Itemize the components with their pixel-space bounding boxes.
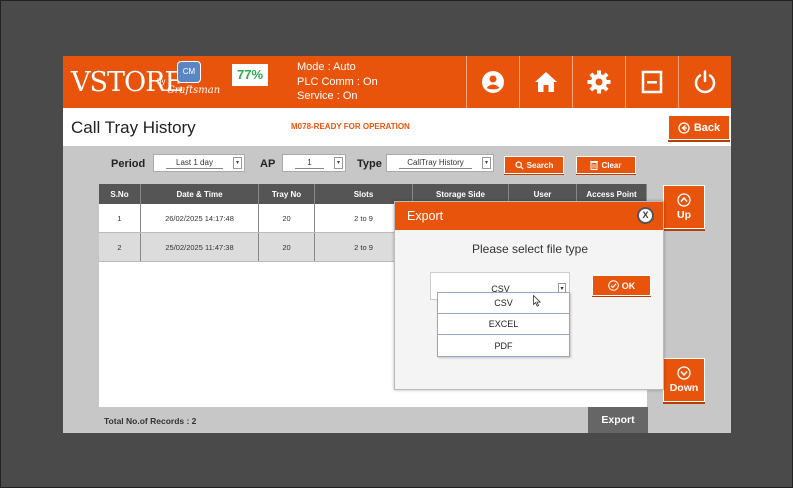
scroll-up-button[interactable]: Up (663, 185, 705, 229)
option-excel[interactable]: EXCEL (438, 314, 569, 335)
power-button[interactable] (678, 56, 731, 108)
table-cell: 1 (99, 204, 141, 232)
ap-select[interactable]: 1 ▾ (282, 154, 346, 172)
column-header: Date & Time (141, 184, 259, 204)
search-label: Search (526, 160, 554, 170)
table-cell: 2 (99, 233, 141, 261)
dropdown-arrow-icon: ▾ (334, 157, 343, 169)
clear-button[interactable]: Clear (576, 156, 636, 174)
trash-icon (590, 161, 599, 170)
period-value: Last 1 day (166, 158, 223, 169)
close-button[interactable]: X (637, 207, 654, 224)
plc-comm-status: PLC Comm : On (297, 75, 378, 88)
search-icon (515, 160, 524, 170)
down-label: Down (669, 382, 699, 394)
logo-brand: Craftsman (167, 85, 221, 96)
clear-label: Clear (601, 160, 622, 170)
mode-status: Mode : Auto (297, 61, 356, 73)
ok-button[interactable]: OK (592, 275, 651, 296)
home-button[interactable] (519, 56, 572, 108)
user-icon (482, 71, 504, 93)
back-label: Back (693, 121, 721, 134)
column-header: S.No (99, 184, 141, 204)
up-arrow-icon (677, 193, 691, 207)
export-button[interactable]: Export (588, 407, 648, 433)
logo-badge: CM (177, 61, 201, 83)
type-value: CallTray History (399, 158, 472, 169)
logo-by: by (157, 77, 166, 86)
status-message: M078-READY FOR OPERATION (291, 122, 410, 131)
table-cell: 20 (259, 204, 315, 232)
dropdown-arrow-icon: ▾ (482, 157, 491, 169)
option-pdf[interactable]: PDF (438, 335, 569, 356)
percent-indicator: 77% (232, 64, 268, 86)
back-arrow-icon (678, 121, 690, 134)
power-icon (694, 70, 716, 94)
minimize-button[interactable] (625, 56, 678, 108)
table-cell: 25/02/2025 11:47:38 (141, 233, 259, 261)
dialog-header: Export X (395, 202, 663, 230)
back-button[interactable]: Back (668, 115, 730, 140)
dialog-title: Export (407, 209, 444, 223)
column-header: Tray No (259, 184, 315, 204)
type-select[interactable]: CallTray History ▾ (386, 154, 494, 172)
up-label: Up (677, 209, 691, 221)
ok-label: OK (621, 280, 636, 291)
file-type-dropdown: CSV EXCEL PDF (437, 292, 570, 357)
home-icon (535, 72, 557, 92)
dialog-message: Please select file type (471, 242, 589, 256)
ap-label: AP (260, 158, 276, 170)
dropdown-arrow-icon: ▾ (233, 157, 242, 169)
option-csv[interactable]: CSV (438, 293, 569, 314)
machine-status: Mode : Auto PLC Comm : On Service : On (297, 60, 378, 104)
search-button[interactable]: Search (504, 156, 564, 174)
scroll-down-button[interactable]: Down (663, 358, 705, 402)
logo: VSTORE by CM Craftsman (71, 61, 221, 103)
service-status: Service : On (297, 90, 358, 102)
type-label: Type (357, 158, 382, 170)
ap-value: 1 (295, 158, 324, 169)
top-icon-bar (466, 56, 731, 108)
table-cell: 20 (259, 233, 315, 261)
down-arrow-icon (677, 366, 691, 380)
settings-button[interactable] (572, 56, 625, 108)
table-cell: 26/02/2025 14:17:48 (141, 204, 259, 232)
page-title: Call Tray History (71, 118, 196, 137)
period-label: Period (111, 158, 146, 170)
top-bar: VSTORE by CM Craftsman 77% Mode : Auto P… (63, 56, 731, 108)
user-button[interactable] (466, 56, 519, 108)
minimize-icon (641, 70, 663, 94)
check-icon (607, 280, 619, 291)
period-select[interactable]: Last 1 day ▾ (153, 154, 245, 172)
mouse-cursor-icon (533, 295, 541, 307)
total-records: Total No.of Records : 2 (104, 416, 197, 426)
gear-icon (587, 70, 611, 94)
